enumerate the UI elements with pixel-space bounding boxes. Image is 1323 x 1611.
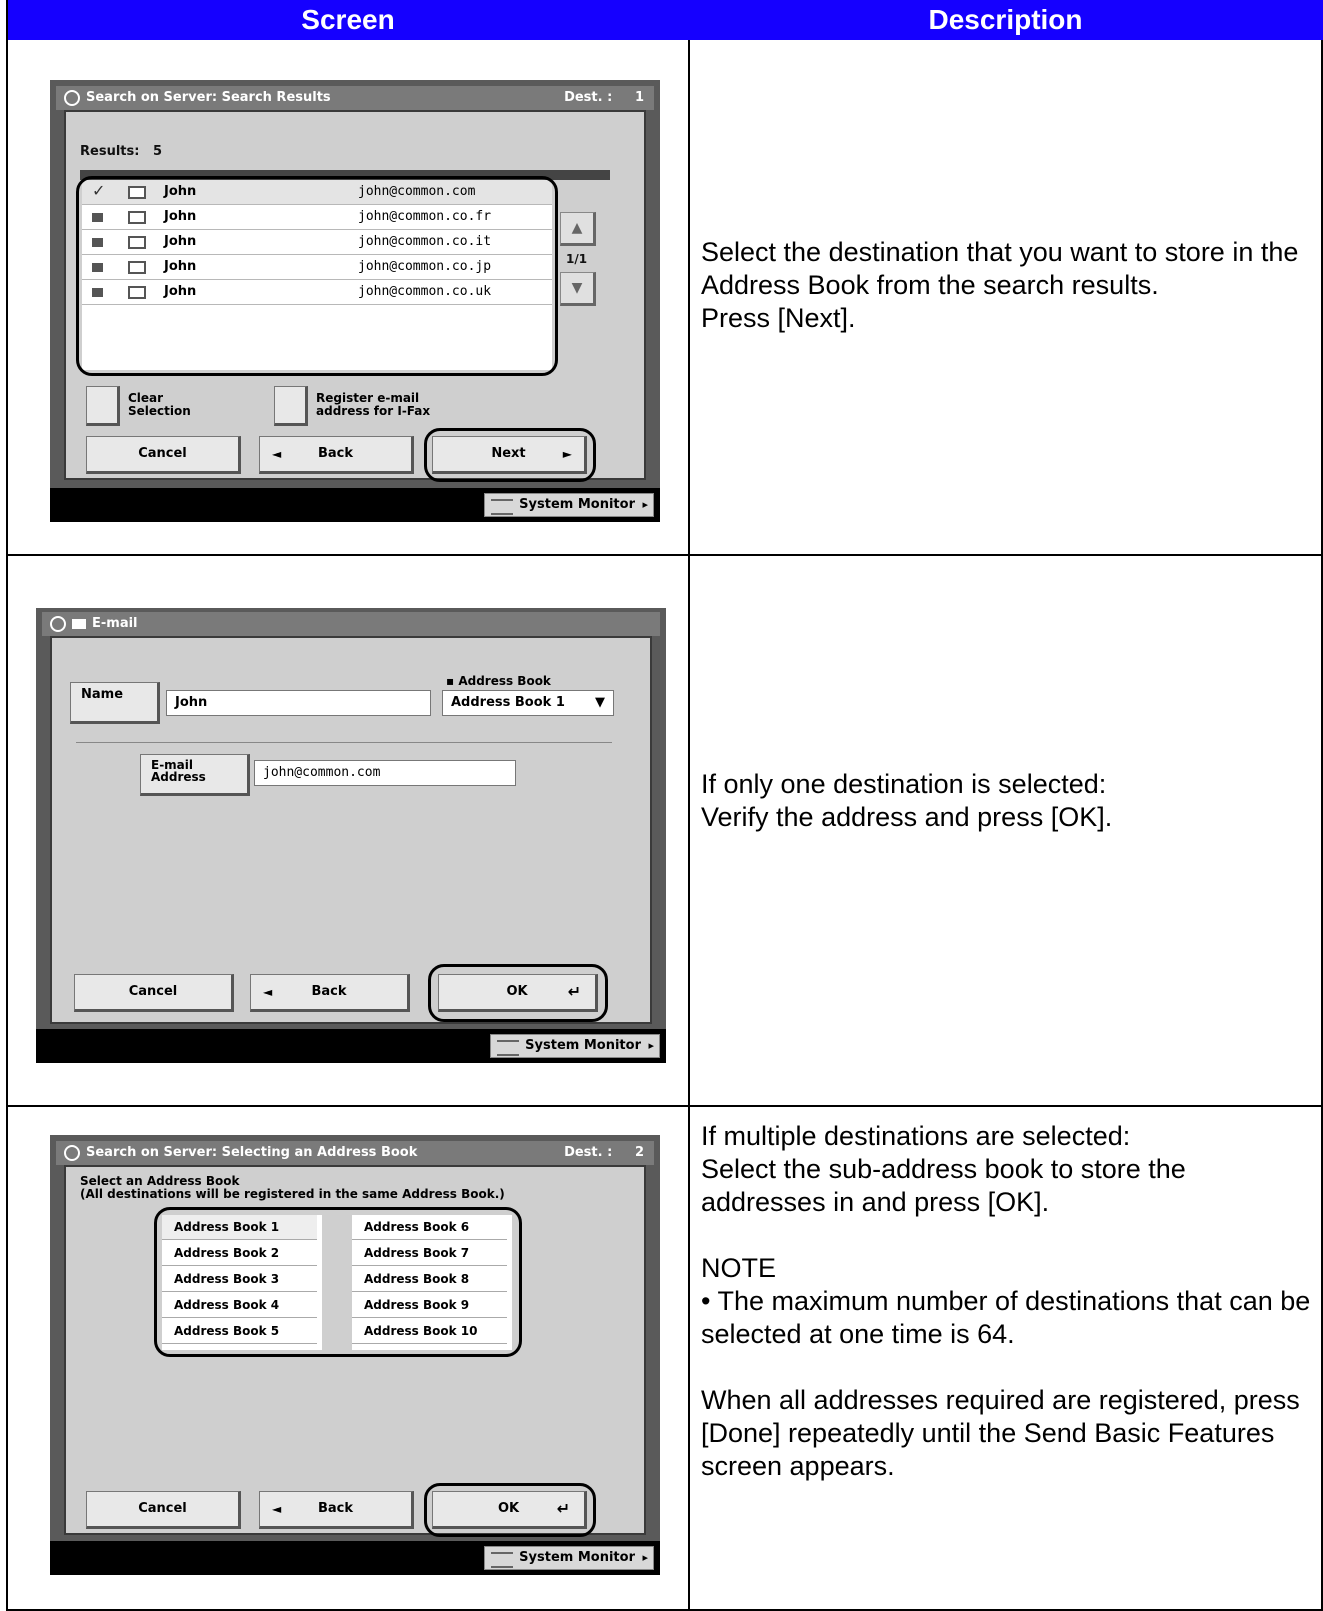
address-book-label: ▪ Address Book [446, 674, 551, 688]
search-icon [64, 90, 80, 106]
header-screen: Screen [8, 0, 688, 40]
screen-title-bar: Search on Server: Search Results Dest. :… [56, 86, 654, 110]
arrow-left-icon: ◄ [272, 1502, 282, 1516]
cancel-button[interactable]: Cancel [74, 974, 234, 1012]
selection-highlight [154, 1207, 522, 1357]
instruction-table: Screen Description Search on Server: Sea… [6, 0, 1323, 1611]
next-highlight [424, 428, 596, 482]
row-divider [8, 1105, 1321, 1107]
register-ifax-button[interactable] [274, 386, 308, 426]
description-step-2: If only one destination is selected: Ver… [701, 769, 1113, 832]
system-monitor-button[interactable]: System Monitor [484, 1546, 654, 1570]
back-button[interactable]: ◄ Back [250, 974, 410, 1012]
clear-selection-button[interactable] [86, 386, 120, 426]
status-footer: System Monitor [36, 1029, 666, 1063]
results-count: Results: 5 [80, 144, 163, 159]
scroll-up-button[interactable]: ▲ [560, 212, 596, 246]
dest-counter: Dest. : 1 [564, 90, 644, 105]
email-entry-screen: E-mail Name John ▪ Address Book Address … [36, 608, 666, 1063]
name-button[interactable]: Name [70, 682, 160, 724]
divider [76, 742, 612, 743]
cancel-button[interactable]: Cancel [86, 436, 241, 474]
status-footer: System Monitor [50, 488, 660, 522]
dest-counter: Dest. : 2 [564, 1145, 644, 1160]
screen-title-bar: Search on Server: Selecting an Address B… [56, 1141, 654, 1165]
screen-title: Search on Server: Search Results [86, 90, 331, 105]
description-step-3: If multiple destinations are selected: S… [701, 1121, 1311, 1481]
address-book-select[interactable]: Address Book 1 ▼ [442, 690, 614, 716]
email-card-icon [72, 619, 86, 629]
system-monitor-button[interactable]: System Monitor [484, 493, 654, 517]
ok-highlight [428, 964, 608, 1022]
screen-body: Select an Address Book (All destinations… [64, 1165, 646, 1537]
column-divider [688, 40, 690, 1611]
arrow-left-icon: ◄ [263, 985, 273, 999]
cancel-button[interactable]: Cancel [86, 1491, 241, 1529]
back-button[interactable]: ◄ Back [259, 436, 414, 474]
clear-selection-label: Clear Selection [128, 391, 191, 418]
select-address-book-screen: Search on Server: Selecting an Address B… [50, 1135, 660, 1575]
screen-title-bar: E-mail [42, 612, 660, 636]
search-results-screen: Search on Server: Search Results Dest. :… [50, 80, 660, 522]
ok-highlight [424, 1483, 596, 1537]
page-indicator: 1/1 [566, 252, 588, 266]
back-button[interactable]: ◄ Back [259, 1491, 414, 1529]
screen-title: Search on Server: Selecting an Address B… [86, 1145, 418, 1160]
selection-highlight [76, 176, 558, 376]
search-icon [50, 616, 66, 632]
screen-body: Results: 5 ✓ John john@common.com John j… [64, 110, 646, 482]
header-description: Description [688, 0, 1323, 40]
screen-title: E-mail [92, 616, 138, 631]
search-icon [64, 1145, 80, 1161]
arrow-left-icon: ◄ [272, 447, 282, 461]
email-address-button[interactable]: E-mail Address [140, 754, 250, 796]
name-field[interactable]: John [166, 690, 431, 716]
row-divider [8, 554, 1321, 556]
scroll-down-button[interactable]: ▼ [560, 272, 596, 306]
register-ifax-label: Register e-mail address for I-Fax [316, 391, 431, 418]
status-footer: System Monitor [50, 1541, 660, 1575]
dropdown-arrow-icon: ▼ [595, 695, 605, 710]
system-monitor-button[interactable]: System Monitor [490, 1034, 660, 1058]
screen-body: Name John ▪ Address Book Address Book 1 ▼… [50, 636, 652, 1024]
instruction-text: Select an Address Book (All destinations… [80, 1174, 505, 1201]
email-address-field[interactable]: john@common.com [254, 760, 516, 786]
description-step-1: Select the destination that you want to … [701, 237, 1299, 333]
